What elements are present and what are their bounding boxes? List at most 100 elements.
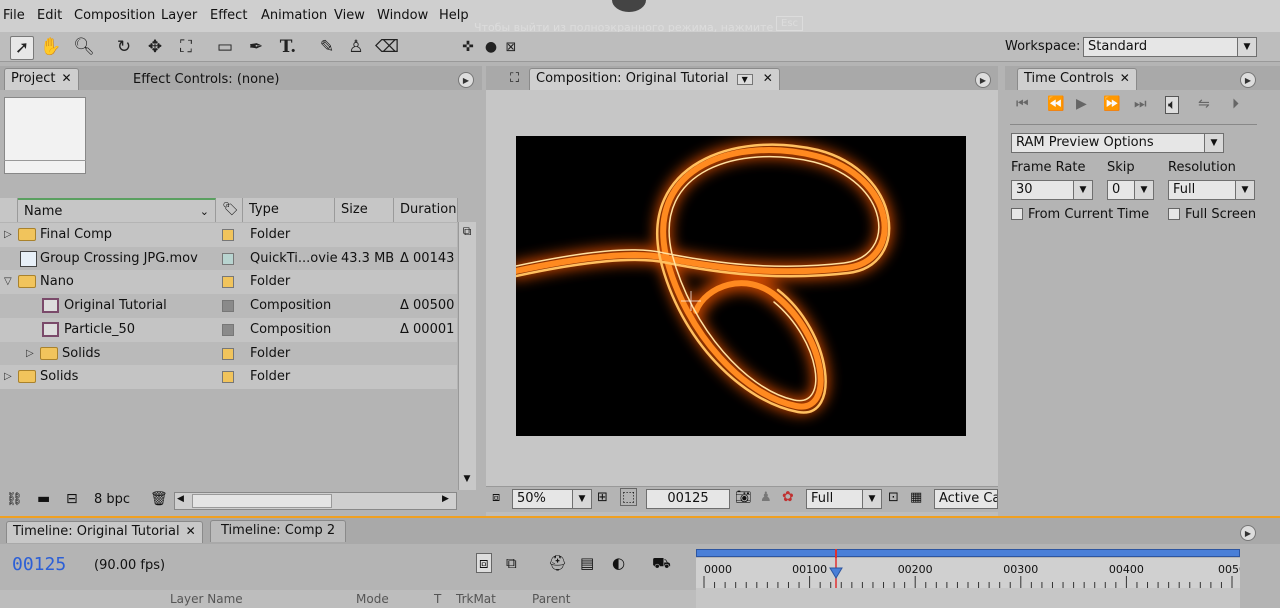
channel-icon[interactable]: ✿ (782, 489, 794, 505)
from-current-time-checkbox[interactable] (1011, 208, 1023, 220)
new-folder-icon[interactable]: ▬ (37, 491, 50, 507)
magnification-dropdown[interactable]: 50% ▼ (512, 489, 592, 509)
project-item-row[interactable]: Original Tutorial Composition Δ 00500 (0, 294, 457, 319)
brush-tool-icon[interactable]: ✎ (316, 36, 338, 58)
size-column-header[interactable]: Size (335, 198, 394, 222)
loop-icon[interactable]: ⇋ (1198, 96, 1210, 112)
tab-project[interactable]: Project ✕ (4, 68, 79, 90)
scroll-left-icon[interactable]: ◀ (177, 494, 184, 504)
panel-menu-icon[interactable]: ▶ (975, 72, 991, 88)
project-hscroll-thumb[interactable] (192, 494, 332, 508)
layer-name-column[interactable]: Layer Name (170, 592, 243, 606)
menu-help[interactable]: Help (439, 8, 469, 23)
close-icon[interactable]: ✕ (186, 524, 196, 538)
hand-tool-icon[interactable]: ✋ (40, 36, 62, 58)
project-item-row[interactable]: ▷ Final Comp Folder (0, 223, 457, 247)
composition-viewer[interactable] (516, 136, 966, 436)
time-resolution-dropdown[interactable]: Full ▼ (1168, 180, 1255, 200)
label-color-swatch[interactable] (222, 229, 234, 241)
close-icon[interactable]: ✕ (763, 71, 773, 85)
chevron-down-icon[interactable]: ▼ (736, 74, 753, 85)
hide-shy-layers-icon[interactable]: ⛑ (548, 554, 567, 572)
camera-orbit-tool-icon[interactable]: ✥ (144, 36, 166, 58)
scroll-down-icon[interactable]: ▼ (459, 470, 475, 488)
pan-behind-tool-icon[interactable]: ⛶ (175, 36, 197, 58)
playhead-top-marker[interactable] (835, 549, 837, 558)
panel-menu-icon[interactable]: ▶ (1240, 72, 1256, 88)
menu-animation[interactable]: Animation (261, 8, 327, 23)
disclosure-open-icon[interactable]: ▽ (4, 270, 12, 294)
previous-frame-icon[interactable]: ⏪ (1047, 96, 1064, 112)
grid-icon[interactable]: ⊞ (597, 490, 608, 505)
motion-blur-icon[interactable]: ◐ (612, 554, 625, 572)
work-area-bar[interactable] (696, 549, 1240, 557)
interpret-footage-icon[interactable]: ⛓ (6, 492, 23, 507)
mask-toggle-icon[interactable]: ⬚ (620, 488, 638, 506)
show-snapshot-icon[interactable]: ♟ (760, 490, 772, 505)
name-column-header[interactable]: Name ⌄ (18, 198, 216, 222)
project-item-row[interactable]: ▽ Nano Folder (0, 270, 457, 295)
mode-column[interactable]: Mode (356, 592, 389, 606)
type-tool-icon[interactable]: T. (277, 36, 299, 58)
trash-icon[interactable]: 🗑︎ (150, 491, 168, 507)
first-frame-icon[interactable]: ⏮ (1016, 96, 1029, 112)
pen-tool-icon[interactable]: ✒ (245, 36, 267, 58)
t-column[interactable]: T (434, 592, 441, 606)
disclosure-closed-icon[interactable]: ▷ (4, 223, 12, 247)
project-item-row[interactable]: Group Crossing JPG.mov QuickTi...ovie 43.3… (0, 246, 457, 271)
parent-column[interactable]: Parent (532, 592, 570, 606)
new-composition-icon[interactable]: ⊟ (66, 491, 78, 507)
label-color-swatch[interactable] (222, 323, 234, 336)
label-color-swatch[interactable] (222, 252, 234, 265)
disclosure-closed-icon[interactable]: ▷ (26, 342, 34, 366)
axis-view-icon[interactable]: ⊠ (500, 36, 522, 58)
eraser-tool-icon[interactable]: ⌫ (375, 36, 399, 58)
project-item-row[interactable]: ▷ Solids Folder (0, 341, 457, 366)
trkmat-column[interactable]: TrkMat (456, 592, 496, 606)
project-item-row[interactable]: ▷ Solids Folder (0, 365, 457, 390)
play-icon[interactable]: ▶ (1076, 96, 1087, 112)
label-color-swatch[interactable] (222, 276, 234, 289)
ram-preview-options-dropdown[interactable]: RAM Preview Options ▼ (1011, 133, 1224, 153)
resolution-dropdown[interactable]: Full ▼ (806, 489, 882, 509)
scroll-right-icon[interactable]: ▶ (442, 494, 449, 504)
duration-column-header[interactable]: Duration (394, 198, 458, 222)
skip-dropdown[interactable]: 0 ▼ (1107, 180, 1154, 200)
menu-effect[interactable]: Effect (210, 8, 247, 23)
menu-file[interactable]: File (3, 8, 25, 23)
tab-effect-controls[interactable]: Effect Controls: (none) (133, 72, 279, 87)
menu-view[interactable]: View (334, 8, 365, 23)
axis-world-icon[interactable]: ● (480, 36, 502, 58)
ram-preview-icon[interactable]: ⏵ (1232, 96, 1239, 112)
audio-icon[interactable]: 🔈︎ (1165, 96, 1180, 114)
lock-icon[interactable]: ⛶ (510, 71, 519, 86)
tag-icon[interactable]: 🏷︎ (216, 198, 243, 222)
last-frame-icon[interactable]: ⏭ (1134, 96, 1147, 112)
menu-composition[interactable]: Composition (74, 8, 155, 23)
flowchart-icon[interactable]: ⧉ (459, 224, 475, 242)
frame-rate-dropdown[interactable]: 30 ▼ (1011, 180, 1093, 200)
rotate-tool-icon[interactable]: ↻ (113, 36, 135, 58)
tab-composition[interactable]: Composition: Original Tutorial ▼ ✕ (529, 68, 780, 90)
bpc-label[interactable]: 8 bpc (94, 492, 130, 507)
menu-edit[interactable]: Edit (37, 8, 62, 23)
zoom-tool-icon[interactable]: 🔍︎ (73, 36, 95, 58)
panel-menu-icon[interactable]: ▶ (1240, 525, 1256, 541)
tab-timeline-original[interactable]: Timeline: Original Tutorial ✕ (6, 521, 203, 543)
draft-3d-icon[interactable]: ⧉ (506, 554, 517, 572)
menu-layer[interactable]: Layer (161, 8, 197, 23)
full-screen-checkbox[interactable] (1168, 208, 1180, 220)
project-scrollbar[interactable] (458, 222, 476, 490)
snapshot-icon[interactable]: 📷︎ (735, 490, 752, 505)
region-of-interest-icon[interactable]: ⊡ (888, 490, 899, 505)
panel-menu-icon[interactable]: ▶ (458, 72, 474, 88)
workspace-dropdown[interactable]: Standard ▼ (1083, 37, 1257, 57)
label-color-swatch[interactable] (222, 371, 234, 384)
disclosure-closed-icon[interactable]: ▷ (4, 365, 12, 389)
current-time-field[interactable]: 00125 (646, 489, 730, 509)
camera-view-dropdown[interactable]: Active Ca (934, 489, 998, 509)
rectangle-mask-tool-icon[interactable]: ▭ (214, 36, 236, 58)
next-frame-icon[interactable]: ⏩ (1103, 96, 1120, 112)
selection-tool-icon[interactable]: ➚ (10, 36, 34, 60)
tab-time-controls[interactable]: Time Controls ✕ (1017, 68, 1137, 90)
